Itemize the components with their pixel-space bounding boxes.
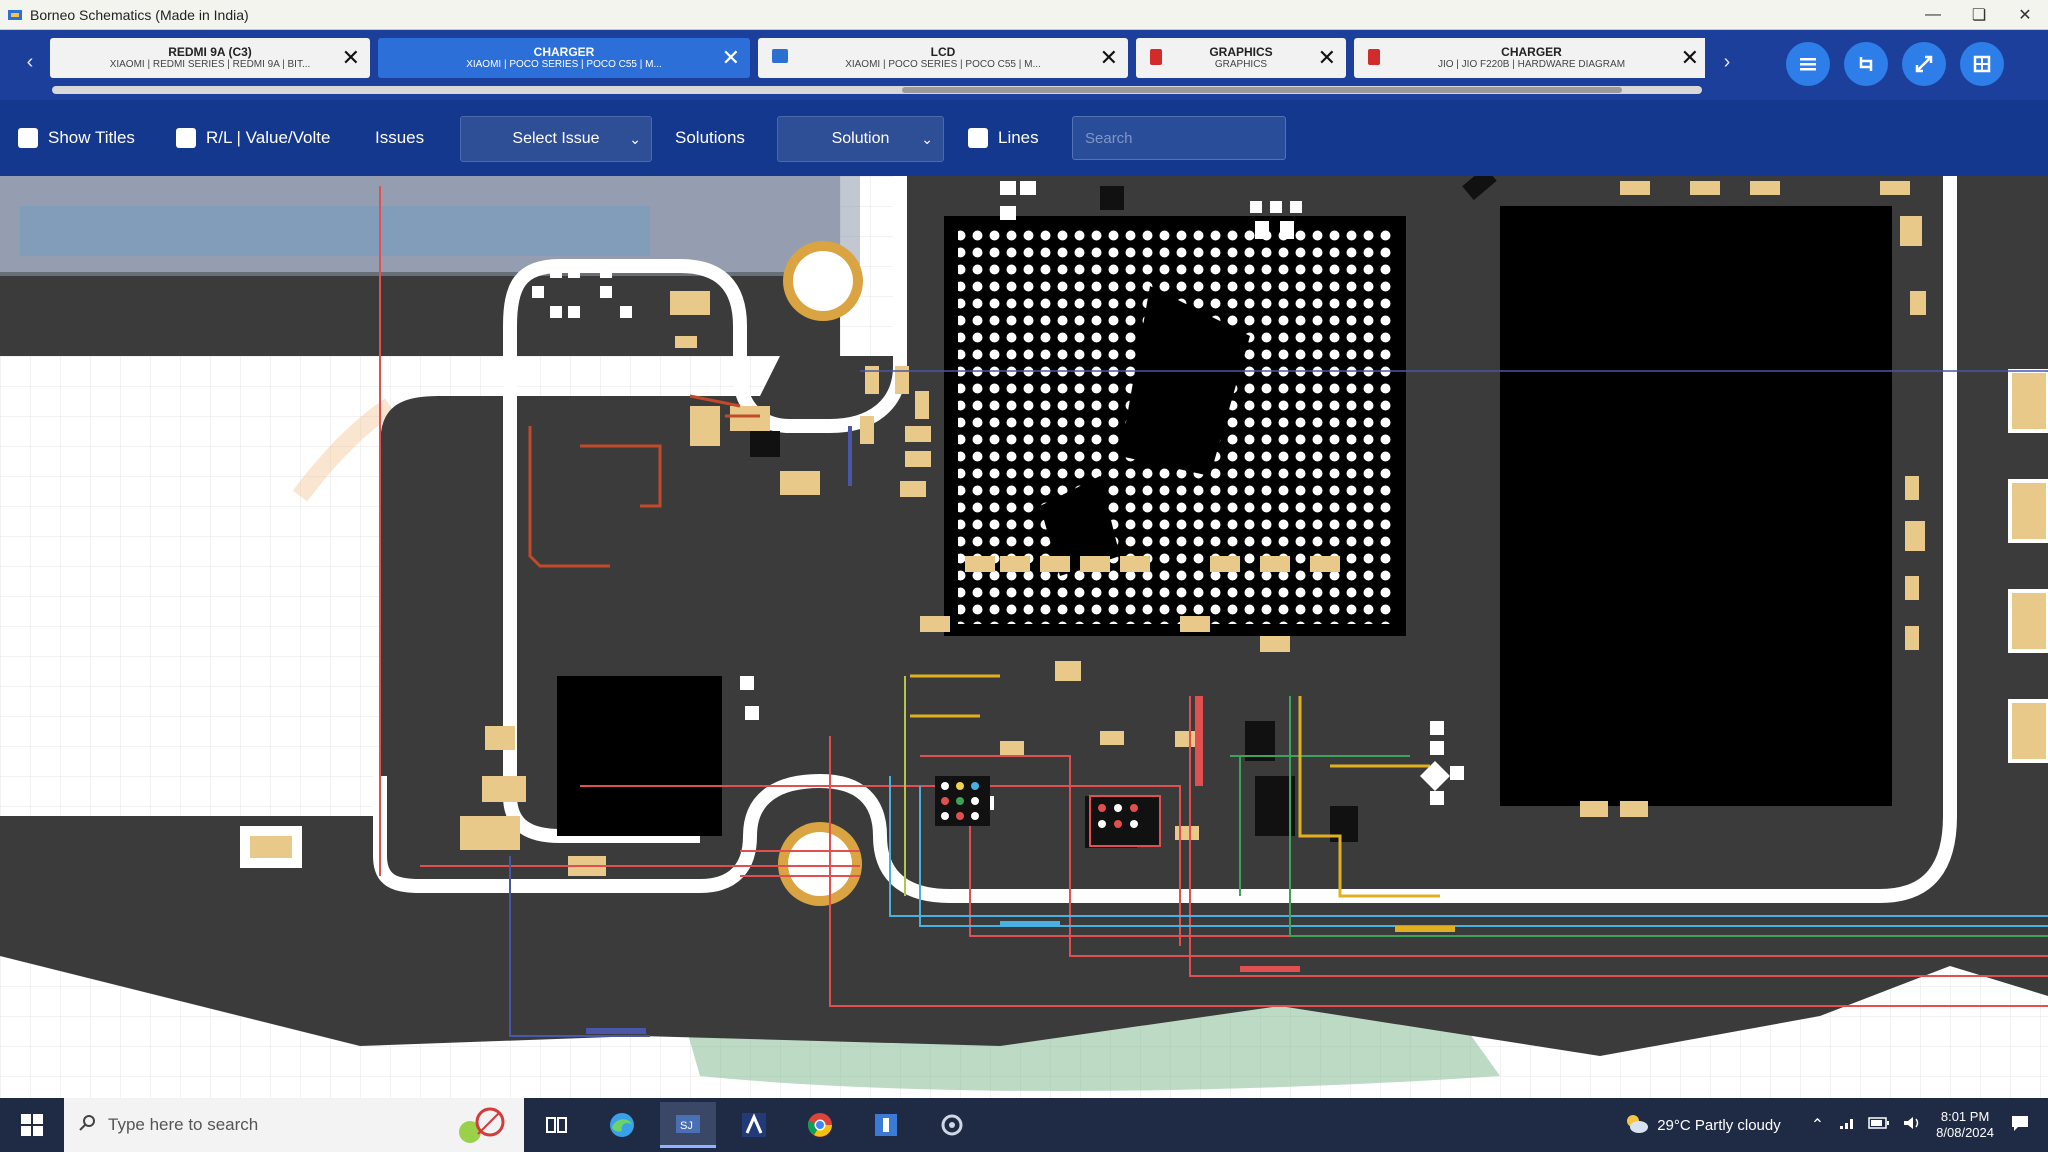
weather-text[interactable]: 29°C Partly cloudy	[1657, 1117, 1781, 1134]
tab-subtitle: XIAOMI | REDMI SERIES | REDMI 9A | BIT..…	[109, 59, 311, 70]
rl-value-label: R/L | Value/Volte	[206, 128, 331, 147]
pcb-layout[interactable]	[0, 176, 2048, 1098]
filter-toolbar: Show Titles R/L | Value/Volte Issues Sel…	[0, 100, 2048, 176]
search-input[interactable]: Search	[1072, 116, 1286, 160]
tab-subtitle: XIAOMI | POCO SERIES | POCO C55 | M...	[845, 59, 1041, 70]
image-icon	[772, 49, 788, 63]
tab-subtitle: JIO | JIO F220B | HARDWARE DIAGRAM	[1437, 59, 1626, 70]
lines-checkbox[interactable]	[968, 128, 988, 148]
grid-button[interactable]	[1960, 42, 2004, 86]
menu-icon	[1800, 58, 1816, 71]
chevron-up-icon[interactable]: ⌃	[1811, 1115, 1824, 1135]
edge-icon	[610, 1113, 634, 1137]
notifications-icon[interactable]	[2010, 1114, 2030, 1137]
maximize-button[interactable]: ❏	[1956, 0, 2002, 29]
chrome-icon	[807, 1113, 832, 1137]
settings-icon	[941, 1114, 963, 1136]
tab-title: CHARGER	[1501, 45, 1562, 59]
rl-value-checkbox[interactable]	[176, 128, 196, 148]
tab-close-icon[interactable]: ✕	[1681, 47, 1699, 69]
volume-icon[interactable]	[1902, 1115, 1922, 1136]
task-view-button[interactable]	[528, 1102, 584, 1148]
borneo-app-icon: SJ	[676, 1114, 700, 1133]
battery-icon[interactable]	[1868, 1116, 1890, 1135]
windows-logo-icon	[21, 1114, 43, 1136]
tab-scrollbar[interactable]	[52, 86, 1702, 94]
tab-subtitle: XIAOMI | POCO SERIES | POCO C55 | M...	[466, 59, 662, 70]
rotate-button[interactable]	[1844, 42, 1888, 86]
window-titlebar: Borneo Schematics (Made in India) — ❏ ✕	[0, 0, 2048, 30]
settings-taskbar-button[interactable]	[924, 1102, 980, 1148]
svg-text:SJ: SJ	[680, 1120, 693, 1132]
select-issue-value: Select Issue	[512, 130, 600, 147]
windows-taskbar: Type here to search SJ 29°C Partly cloud…	[0, 1098, 2048, 1152]
minimize-button[interactable]: —	[1910, 0, 1956, 29]
start-button[interactable]	[0, 1098, 64, 1152]
select-issue-dropdown[interactable]: Select Issue ⌄	[460, 116, 652, 162]
chevron-down-icon: ⌄	[629, 130, 641, 147]
tab-scroll-right-button[interactable]: ›	[1713, 40, 1741, 84]
tab-close-icon[interactable]: ✕	[342, 47, 360, 69]
show-titles-checkbox[interactable]	[18, 128, 38, 148]
document-tabs: REDMI 9A (C3) XIAOMI | REDMI SERIES | RE…	[50, 38, 1705, 78]
pdf-icon	[1368, 49, 1380, 65]
tab-bar: ‹ REDMI 9A (C3) XIAOMI | REDMI SERIES | …	[0, 30, 2048, 100]
tab-close-icon[interactable]: ✕	[1318, 47, 1336, 69]
edge-taskbar-button[interactable]	[594, 1102, 650, 1148]
show-titles-toggle[interactable]: Show Titles	[18, 128, 135, 148]
solutions-label: Solutions	[675, 128, 745, 147]
app-taskbar-button[interactable]	[858, 1102, 914, 1148]
network-icon[interactable]	[1838, 1115, 1856, 1136]
autocad-icon	[742, 1113, 766, 1137]
tab-title: LCD	[930, 45, 956, 59]
clock[interactable]: 8:01 PM 8/08/2024	[1936, 1109, 1994, 1141]
weather-icon	[1623, 1112, 1649, 1139]
chrome-taskbar-button[interactable]	[792, 1102, 848, 1148]
solution-dropdown[interactable]: Solution ⌄	[777, 116, 944, 162]
clock-date: 8/08/2024	[1936, 1125, 1994, 1140]
lines-toggle[interactable]: Lines	[968, 128, 1039, 148]
lines-label: Lines	[998, 128, 1039, 147]
taskbar-search-placeholder: Type here to search	[108, 1115, 259, 1134]
tab-close-icon[interactable]: ✕	[722, 47, 740, 69]
tab-title: CHARGER	[533, 45, 595, 59]
pcb-board-view[interactable]	[0, 176, 2048, 1098]
chevron-down-icon: ⌄	[921, 130, 933, 147]
menu-button[interactable]	[1786, 42, 1830, 86]
issues-label: Issues	[375, 128, 425, 147]
system-tray: 29°C Partly cloudy ⌃ 8:01 PM 8/08/2024	[1623, 1098, 2048, 1152]
borneo-taskbar-button[interactable]: SJ	[660, 1102, 716, 1148]
pdf-icon	[1150, 49, 1162, 65]
tab-redmi-9a[interactable]: REDMI 9A (C3) XIAOMI | REDMI SERIES | RE…	[50, 38, 370, 78]
tab-graphics[interactable]: GRAPHICS GRAPHICS ✕	[1136, 38, 1346, 78]
show-titles-label: Show Titles	[48, 128, 135, 147]
clock-time: 8:01 PM	[1940, 1109, 1990, 1124]
flip-icon	[1915, 55, 1933, 73]
app-logo-icon	[6, 6, 24, 24]
window-title: Borneo Schematics (Made in India)	[30, 6, 249, 23]
tab-title: REDMI 9A (C3)	[168, 45, 252, 59]
close-window-button[interactable]: ✕	[2002, 0, 2048, 29]
tab-charger-poco[interactable]: CHARGER XIAOMI | POCO SERIES | POCO C55 …	[378, 38, 750, 78]
autocad-taskbar-button[interactable]	[726, 1102, 782, 1148]
task-view-icon	[546, 1117, 567, 1133]
flip-button[interactable]	[1902, 42, 1946, 86]
solution-value: Solution	[831, 130, 890, 147]
search-icon	[78, 1114, 96, 1137]
tab-subtitle: GRAPHICS	[1214, 59, 1268, 70]
tab-charger-jio[interactable]: CHARGER JIO | JIO F220B | HARDWARE DIAGR…	[1354, 38, 1705, 78]
tab-scrollbar-thumb[interactable]	[902, 87, 1622, 93]
rl-value-toggle[interactable]: R/L | Value/Volte	[176, 128, 330, 148]
tab-close-icon[interactable]: ✕	[1100, 47, 1118, 69]
tab-title: GRAPHICS	[1209, 45, 1273, 59]
app-icon	[875, 1114, 897, 1136]
tab-lcd[interactable]: LCD XIAOMI | POCO SERIES | POCO C55 | M.…	[758, 38, 1128, 78]
tab-scroll-left-button[interactable]: ‹	[16, 40, 44, 84]
grid-icon	[1973, 55, 1991, 73]
search-highlight-icon	[450, 1104, 510, 1151]
rotate-icon	[1859, 57, 1873, 71]
taskbar-search-box[interactable]: Type here to search	[64, 1098, 524, 1152]
